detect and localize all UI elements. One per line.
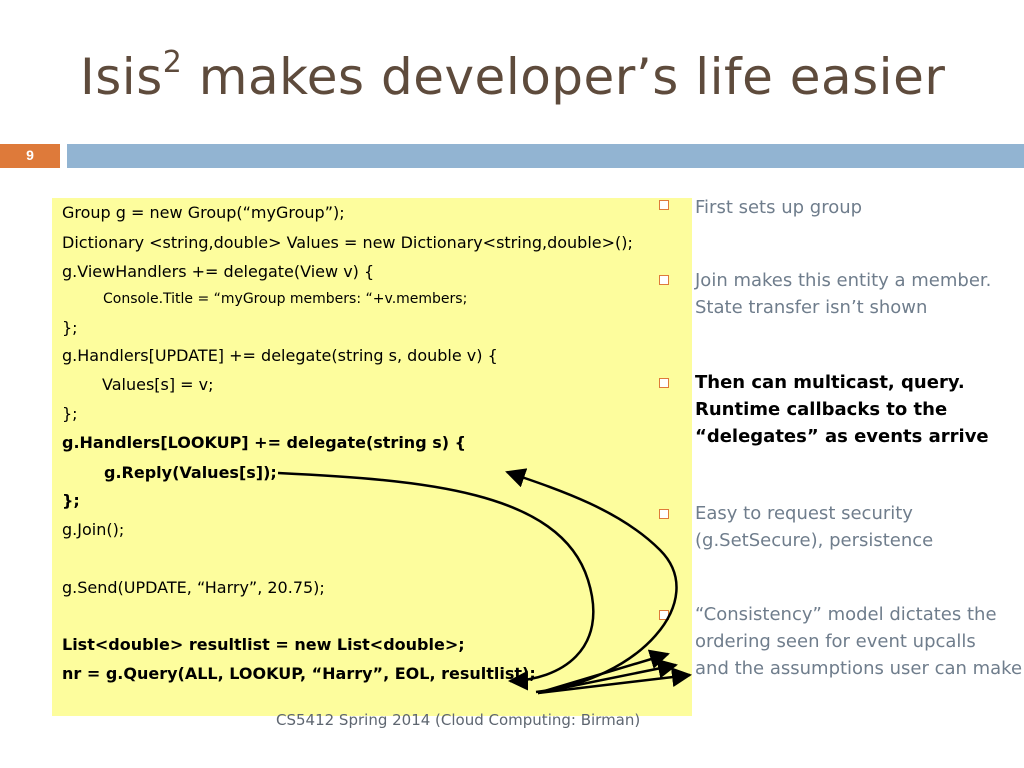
callback-arrows (277, 468, 692, 695)
arrow-reply-to-query (277, 471, 595, 691)
arrow-query-fan-1 (537, 649, 670, 695)
slide-footer: CS5412 Spring 2014 (Cloud Computing: Bir… (276, 711, 641, 729)
